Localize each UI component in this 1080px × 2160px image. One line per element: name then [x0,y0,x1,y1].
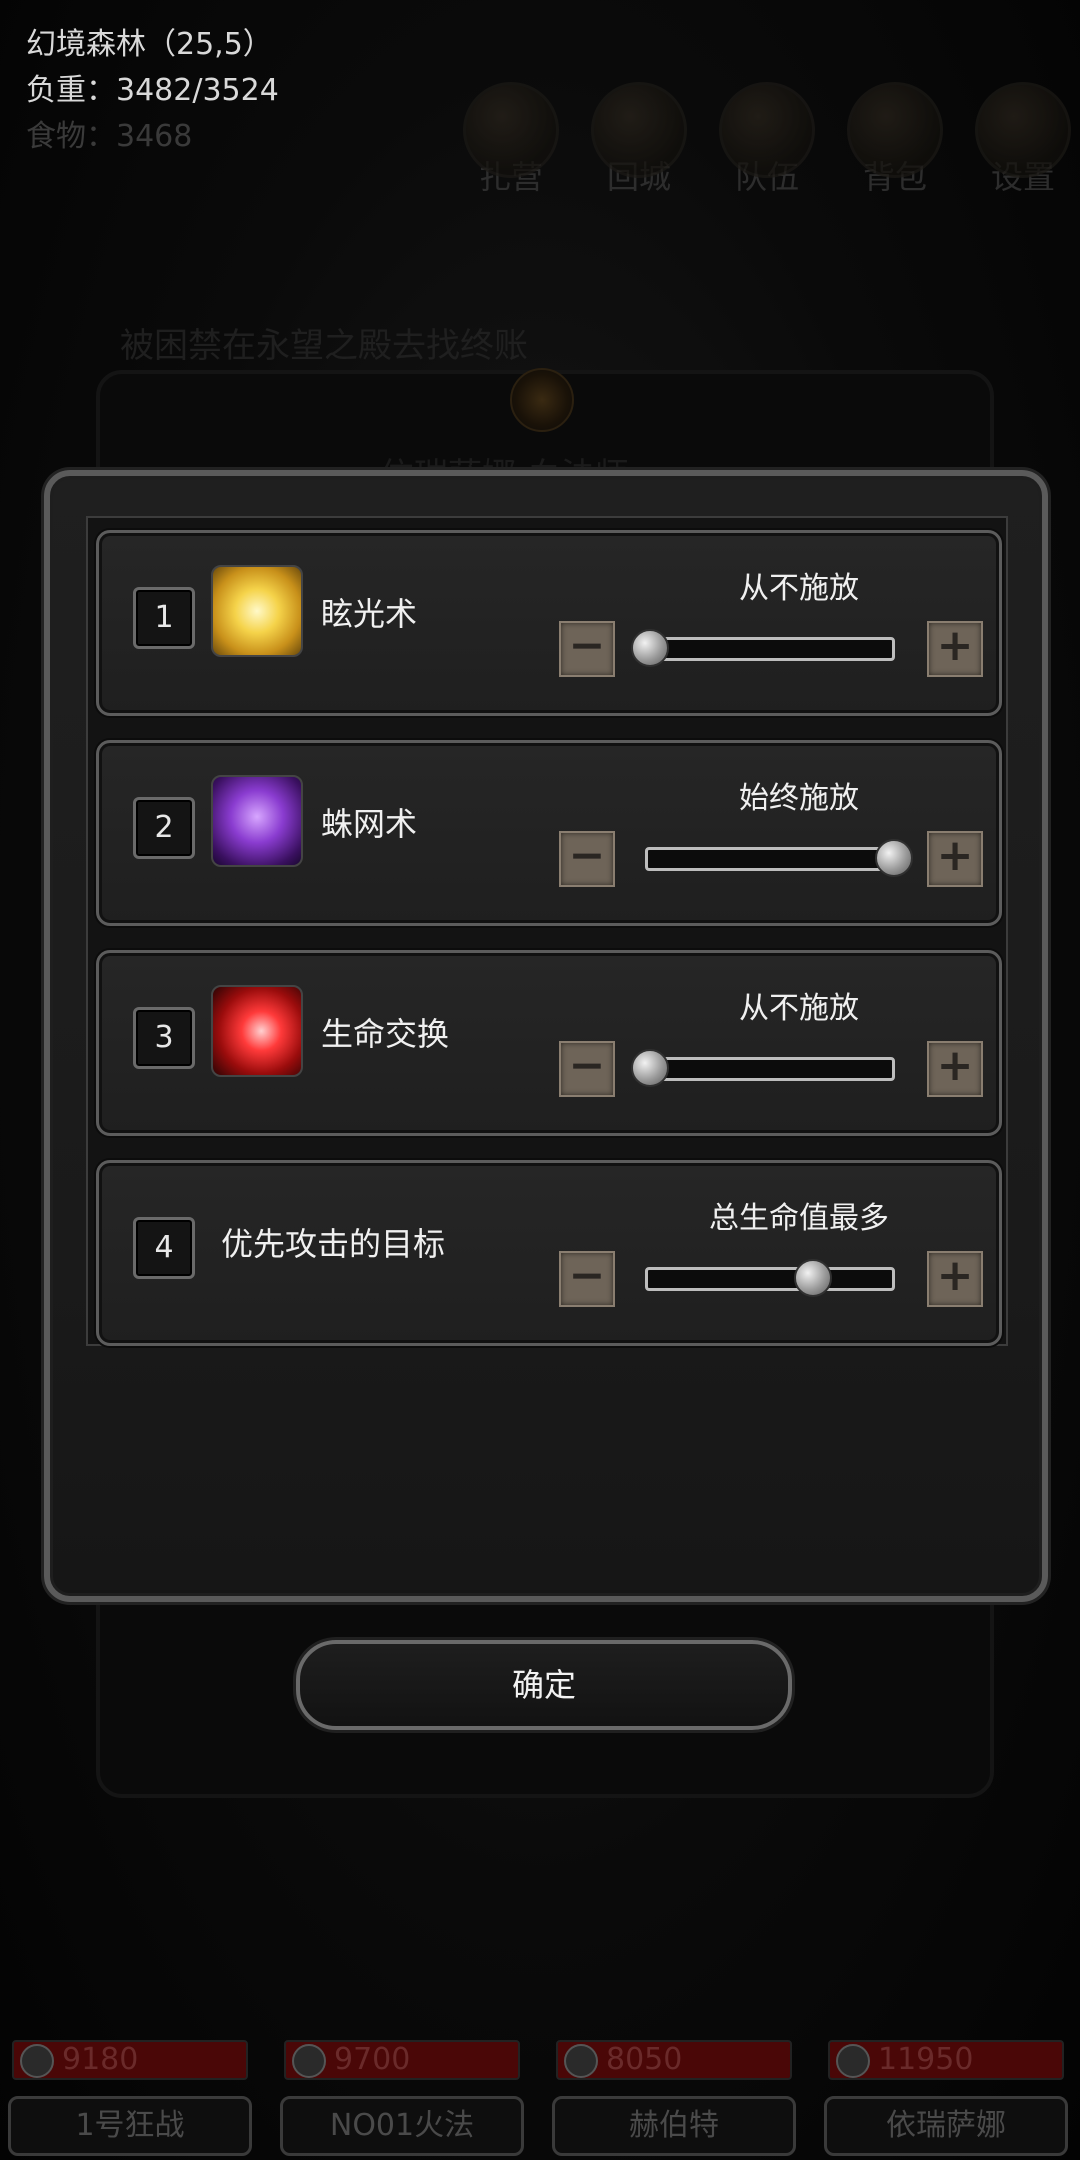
skill-index: 4 [133,1217,195,1279]
member-name: NO01火法 [280,2096,524,2156]
menu-team[interactable]: 队伍 [718,82,816,198]
status-panel: 幻境森林（25,5） 负重：3482/3524 食物：3468 [26,22,279,160]
cast-mode-text: 始终施放 [739,781,859,816]
hp-bar: 9180 [12,2040,248,2080]
skill-name: 眩光术 [321,595,418,633]
life-swap-icon [211,985,303,1077]
confirm-button[interactable]: 确定 [296,1640,792,1730]
increase-button[interactable]: + [927,1251,983,1307]
cast-mode-text: 从不施放 [739,571,859,606]
target-priority-label: 优先攻击的目标 [221,1225,446,1263]
spiderweb-icon [211,775,303,867]
heart-icon [292,2044,326,2078]
heart-icon [564,2044,598,2078]
cast-mode-slider[interactable] [645,839,913,877]
heart-icon [20,2044,54,2078]
member-name: 依瑞萨娜 [824,2096,1068,2156]
decrease-button[interactable]: − [559,1041,615,1097]
tent-icon [463,82,559,178]
skill-index: 1 [133,587,195,649]
heart-icon [836,2044,870,2078]
hp-value: 9700 [334,2042,411,2077]
portal-icon [591,82,687,178]
increase-button[interactable]: + [927,621,983,677]
skill-row-3: 3 生命交换 从不施放 − + [96,950,1002,1136]
gear-icon [975,82,1071,178]
skill-name: 蛛网术 [321,805,418,843]
weight-text: 负重：3482/3524 [26,73,279,108]
location-text: 幻境森林（25,5） [26,27,273,62]
hp-value: 9180 [62,2042,139,2077]
menu-bag[interactable]: 背包 [846,82,944,198]
food-text: 食物：3468 [26,119,193,154]
cast-mode-slider[interactable] [631,1049,895,1087]
slider-knob[interactable] [631,1049,669,1087]
party-bar: 9180 1号狂战 9700 NO01火法 8050 赫伯特 11950 依瑞萨… [0,2030,1080,2160]
skill-index: 3 [133,1007,195,1069]
menu-camp[interactable]: 扎营 [462,82,560,198]
decrease-button[interactable]: − [559,831,615,887]
increase-button[interactable]: + [927,831,983,887]
dazzle-icon [211,565,303,657]
top-menu: 扎营 回城 队伍 背包 设置 [462,82,1072,198]
skill-row-1: 1 眩光术 从不施放 − + [96,530,1002,716]
bag-icon [847,82,943,178]
member-name: 赫伯特 [552,2096,796,2156]
slider-knob[interactable] [875,839,913,877]
hp-bar: 11950 [828,2040,1064,2080]
hp-value: 11950 [878,2042,974,2077]
menu-settings[interactable]: 设置 [974,82,1072,198]
target-priority-slider[interactable] [645,1259,895,1297]
member-name: 1号狂战 [8,2096,252,2156]
skill-index: 2 [133,797,195,859]
cast-mode-text: 从不施放 [739,991,859,1026]
skill-settings-dialog: 1 眩光术 从不施放 − + 2 蛛网术 始终施放 − + 3 生命交换 从不施… [44,470,1048,1602]
hp-value: 8050 [606,2042,683,2077]
underlay-message: 被困禁在永望之殿去找终账 [120,326,528,366]
target-mode-text: 总生命值最多 [709,1201,889,1236]
decrease-button[interactable]: − [559,621,615,677]
team-icon [719,82,815,178]
cast-mode-slider[interactable] [631,629,895,667]
emblem-icon [510,368,574,432]
menu-return-town[interactable]: 回城 [590,82,688,198]
skill-row-4: 4 优先攻击的目标 总生命值最多 − + [96,1160,1002,1346]
skill-row-2: 2 蛛网术 始终施放 − + [96,740,1002,926]
increase-button[interactable]: + [927,1041,983,1097]
skill-list: 1 眩光术 从不施放 − + 2 蛛网术 始终施放 − + 3 生命交换 从不施… [86,516,1008,1346]
skill-name: 生命交换 [321,1015,450,1053]
hp-bar: 9700 [284,2040,520,2080]
slider-knob[interactable] [794,1259,833,1297]
hp-bar: 8050 [556,2040,792,2080]
decrease-button[interactable]: − [559,1251,615,1307]
slider-knob[interactable] [631,629,669,667]
